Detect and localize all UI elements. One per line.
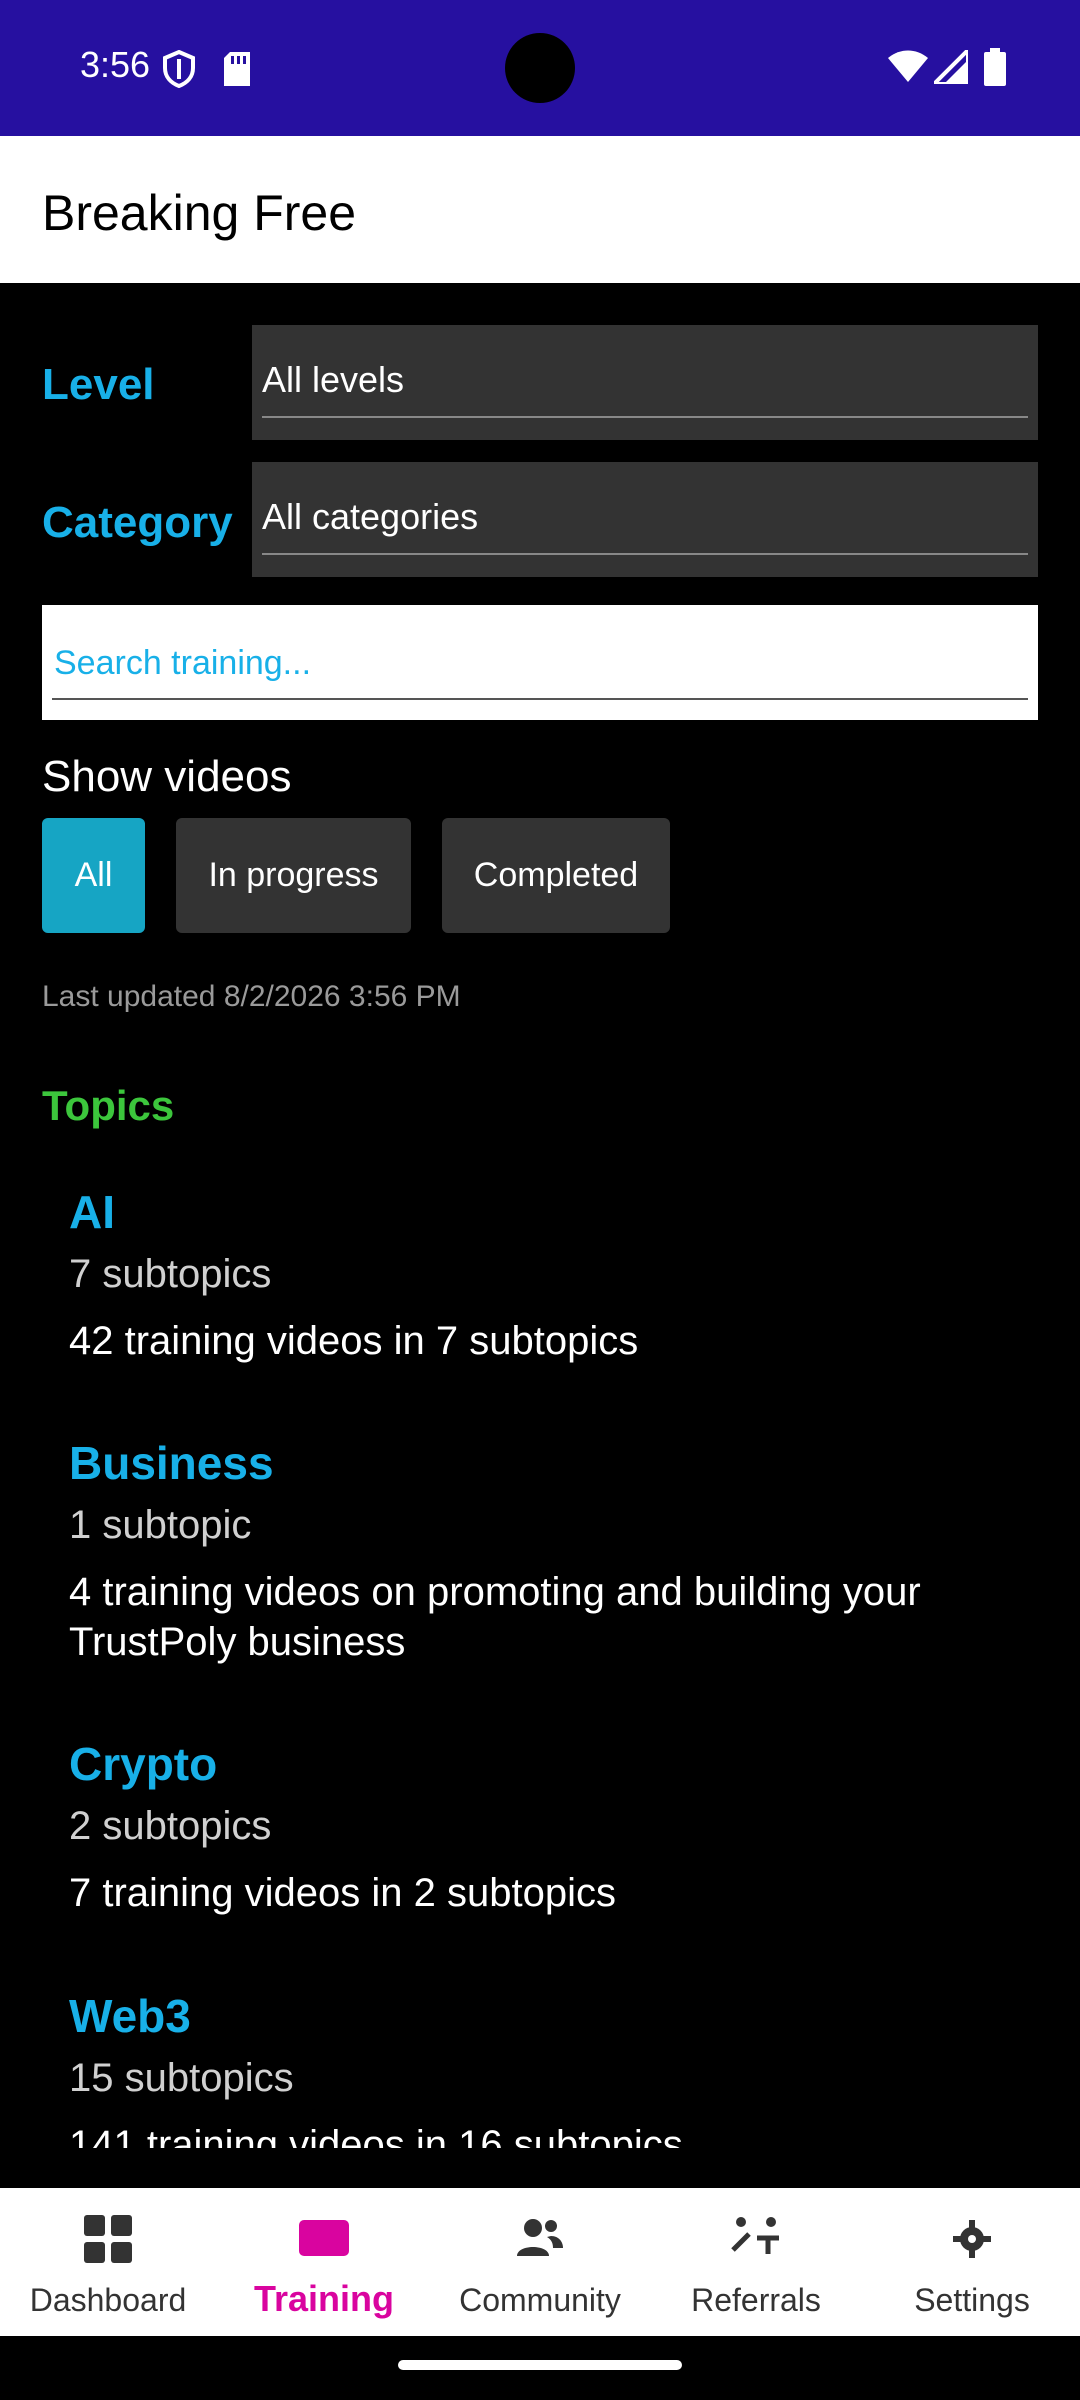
topic-subtopic-count: 2 subtopics [69,1804,272,1848]
topic-item-crypto[interactable]: Crypto 2 subtopics 7 training videos in … [69,1736,1029,1918]
nav-label: Settings [914,2282,1030,2318]
topic-title: Web3 [69,1990,191,2042]
last-updated-text: Last updated 8/2/2026 3:56 PM [42,980,461,1013]
topic-item-business[interactable]: Business 1 subtopic 4 training videos on… [69,1435,1029,1667]
topic-description: 4 training videos on promoting and build… [69,1570,921,1664]
level-dropdown[interactable]: All levels [252,325,1038,440]
topics-heading: Topics [42,1082,175,1129]
nav-label: Referrals [691,2282,821,2318]
nav-label: Training [253,2278,394,2319]
topic-title: AI [69,1186,115,1238]
topic-title: Business [69,1437,274,1489]
nav-referrals[interactable]: Referrals [648,2188,864,2336]
topic-subtopic-count: 1 subtopic [69,1503,252,1547]
topic-description: 7 training videos in 2 subtopics [69,1871,616,1915]
battery-icon [984,48,1006,86]
app-title: Breaking Free [42,185,357,241]
nav-training[interactable]: Training [216,2188,432,2336]
topic-item-ai[interactable]: AI 7 subtopics 42 training videos in 7 s… [69,1184,1029,1366]
filter-all-button[interactable]: All [42,818,145,933]
nav-label: Dashboard [29,2282,187,2318]
bottom-nav: Dashboard Training Community Referrals S… [0,2188,1080,2336]
filter-completed-button[interactable]: Completed [442,818,670,933]
training-icon [299,2220,349,2256]
community-icon [517,2219,563,2256]
wifi-icon [888,50,928,82]
level-label: Level [42,360,155,409]
status-bar: 3:56 [0,0,1080,136]
search-input[interactable] [52,637,1016,689]
status-time: 3:56 [80,44,151,85]
settings-icon [953,2220,991,2258]
nav-dashboard[interactable]: Dashboard [0,2188,216,2336]
topic-subtopic-count: 7 subtopics [69,1252,272,1296]
search-box [42,605,1038,720]
nav-label: Community [459,2282,621,2318]
search-underline [52,698,1028,700]
topics-list[interactable]: AI 7 subtopics 42 training videos in 7 s… [0,1170,1080,2148]
referrals-icon [731,2217,779,2254]
camera-cutout [505,33,575,103]
home-gesture-handle[interactable] [398,2360,682,2370]
filter-in-progress-button[interactable]: In progress [176,818,411,933]
dashboard-icon [84,2215,132,2263]
category-label: Category [42,498,233,547]
topic-description: 42 training videos in 7 subtopics [69,1319,639,1363]
shield-icon [163,50,195,88]
app-bar: Breaking Free [0,136,1080,283]
category-dropdown[interactable]: All categories [252,462,1038,577]
level-dropdown-value: All levels [262,359,405,400]
category-dropdown-value: All categories [262,496,479,537]
dropdown-underline [262,553,1028,555]
topic-item-web3[interactable]: Web3 15 subtopics 141 training videos in… [69,1988,1029,2148]
dropdown-underline [262,416,1028,418]
topic-subtopic-count: 15 subtopics [69,2056,294,2100]
sd-card-icon [224,52,250,86]
nav-community[interactable]: Community [432,2188,648,2336]
gesture-bar [0,2336,1080,2400]
nav-settings[interactable]: Settings [864,2188,1080,2336]
signal-icon [934,50,968,84]
show-videos-label: Show videos [42,752,292,801]
topic-description: 141 training videos in 16 subtopics [69,2123,683,2148]
topic-title: Crypto [69,1738,218,1790]
